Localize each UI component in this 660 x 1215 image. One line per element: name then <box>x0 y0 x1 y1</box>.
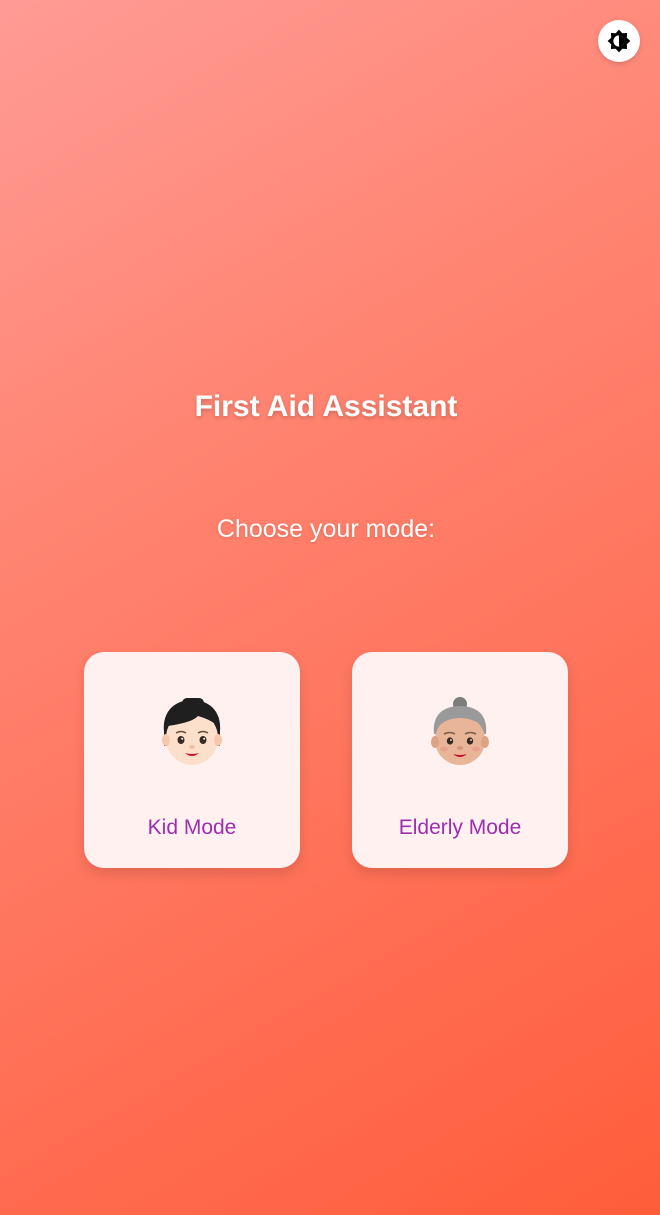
page-title: First Aid Assistant <box>194 390 458 423</box>
elderly-mode-card[interactable]: Elderly Mode <box>352 652 568 868</box>
kid-mode-card[interactable]: Kid Mode <box>84 652 300 868</box>
older-woman-face-icon <box>431 697 489 765</box>
theme-toggle-button[interactable] <box>598 20 640 62</box>
kid-mode-label: Kid Mode <box>147 816 237 839</box>
brightness-icon <box>607 29 631 53</box>
child-face-icon <box>162 698 222 765</box>
mode-prompt: Choose your mode: <box>216 515 436 543</box>
elderly-mode-label: Elderly Mode <box>398 816 522 839</box>
